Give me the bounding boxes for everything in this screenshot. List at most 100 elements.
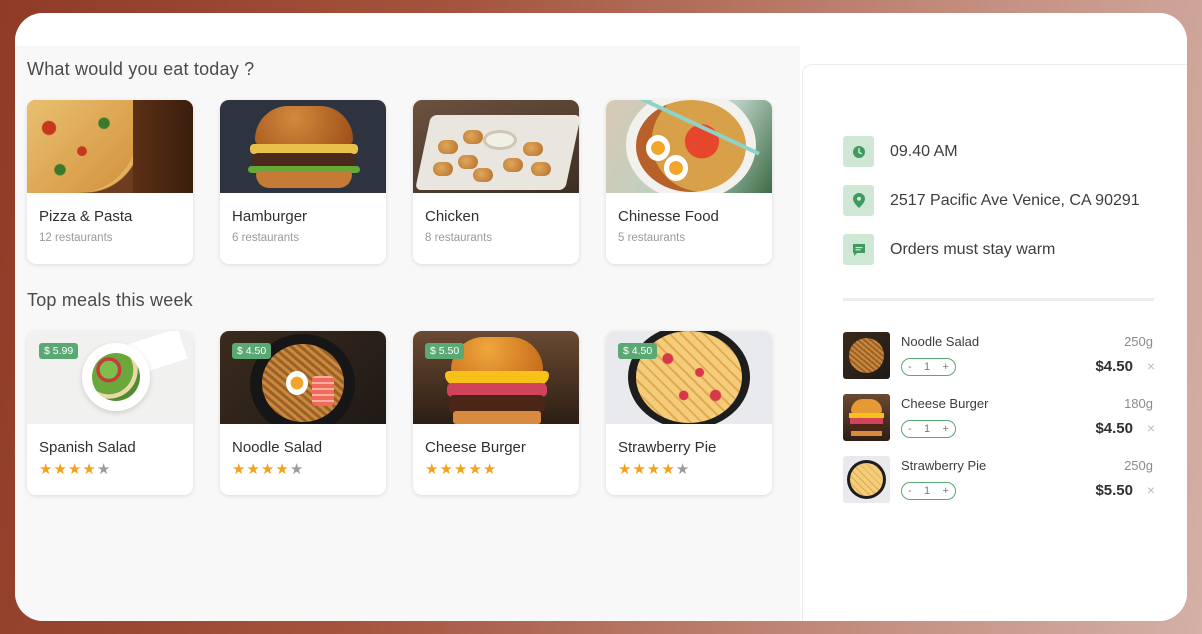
category-count: 12 restaurants: [39, 232, 113, 244]
order-item-weight: 250g: [1124, 458, 1153, 473]
price-badge: $ 5.50: [425, 343, 465, 359]
rating: ★ ★ ★ ★ ★: [618, 462, 689, 477]
quantity-value: 1: [924, 360, 931, 373]
category-name: Chicken: [425, 208, 480, 225]
star-icon: ★: [453, 461, 468, 478]
noodle-salad-thumbnail: [843, 332, 890, 379]
order-item-price: $5.50: [1095, 482, 1133, 499]
star-icon: ★: [232, 461, 246, 478]
star-icon: ★: [439, 461, 453, 478]
order-item-price: $4.50: [1095, 358, 1133, 375]
delivery-time-row: 09.40 AM: [843, 136, 958, 167]
meals-row: $ 5.99 Spanish Salad ★ ★ ★ ★ ★ $ 4.50 Noodle…: [27, 331, 772, 495]
category-name: Hamburger: [232, 208, 308, 225]
category-count: 5 restaurants: [618, 232, 686, 244]
star-icon: ★: [425, 461, 439, 478]
meal-card-strawberry-pie[interactable]: $ 4.50 Strawberry Pie ★ ★ ★ ★ ★: [606, 331, 772, 495]
rating: ★ ★ ★ ★ ★: [232, 462, 303, 477]
star-icon: ★: [468, 461, 482, 478]
star-icon: ★: [618, 461, 632, 478]
category-name: Chinesse Food: [618, 208, 719, 225]
star-icon: ★: [82, 461, 96, 478]
order-item: Strawberry Pie 250g - 1 + $5.50 ×: [843, 456, 1155, 504]
delivery-address: 2517 Pacific Ave Venice, CA 90291: [890, 191, 1140, 209]
meal-card-cheese-burger[interactable]: $ 5.50 Cheese Burger ★ ★ ★ ★ ★: [413, 331, 579, 495]
price-badge: $ 4.50: [618, 343, 658, 359]
quantity-stepper: - 1 +: [901, 482, 956, 500]
star-icon: ★: [246, 461, 260, 478]
decrease-button[interactable]: -: [908, 423, 912, 435]
cheese-burger-thumbnail: [843, 394, 890, 441]
close-icon[interactable]: ×: [1147, 358, 1155, 374]
order-item-name: Strawberry Pie: [901, 458, 987, 473]
category-card-pizza[interactable]: Pizza & Pasta 12 restaurants: [27, 100, 193, 264]
chicken-image: [413, 100, 579, 193]
star-icon: ★: [260, 461, 275, 478]
meal-name: Cheese Burger: [425, 439, 526, 456]
star-icon: ★: [675, 461, 690, 478]
address-row: 2517 Pacific Ave Venice, CA 90291: [843, 185, 1140, 216]
price-badge: $ 4.50: [232, 343, 272, 359]
app-window: What would you eat today ? Pizza & Pasta…: [15, 13, 1187, 621]
star-icon: ★: [289, 461, 304, 478]
hamburger-image: [220, 100, 386, 193]
delivery-time: 09.40 AM: [890, 142, 958, 160]
star-icon: ★: [39, 461, 53, 478]
location-pin-icon: [843, 185, 874, 216]
meal-name: Spanish Salad: [39, 439, 136, 456]
category-count: 8 restaurants: [425, 232, 493, 244]
increase-button[interactable]: +: [943, 423, 949, 435]
order-item-weight: 180g: [1124, 396, 1153, 411]
meal-card-noodle-salad[interactable]: $ 4.50 Noodle Salad ★ ★ ★ ★ ★: [220, 331, 386, 495]
category-count: 6 restaurants: [232, 232, 300, 244]
divider: [843, 298, 1154, 301]
order-item-price: $4.50: [1095, 420, 1133, 437]
decrease-button[interactable]: -: [908, 361, 912, 373]
star-icon: ★: [646, 461, 661, 478]
price-badge: $ 5.99: [39, 343, 79, 359]
order-item: Cheese Burger 180g - 1 + $4.50 ×: [843, 394, 1155, 442]
meals-title: Top meals this week: [27, 290, 193, 310]
increase-button[interactable]: +: [943, 485, 949, 497]
decrease-button[interactable]: -: [908, 485, 912, 497]
quantity-value: 1: [924, 484, 931, 497]
pizza-image: [27, 100, 193, 193]
category-card-chicken[interactable]: Chicken 8 restaurants: [413, 100, 579, 264]
strawberry-pie-thumbnail: [843, 456, 890, 503]
order-item-weight: 250g: [1124, 334, 1153, 349]
categories-title: What would you eat today ?: [27, 59, 255, 79]
quantity-stepper: - 1 +: [901, 358, 956, 376]
chinese-food-image: [606, 100, 772, 193]
main-content: What would you eat today ? Pizza & Pasta…: [15, 46, 800, 621]
category-name: Pizza & Pasta: [39, 208, 133, 225]
category-card-hamburger[interactable]: Hamburger 6 restaurants: [220, 100, 386, 264]
close-icon[interactable]: ×: [1147, 420, 1155, 436]
note-row: Orders must stay warm: [843, 234, 1055, 265]
order-panel: 09.40 AM 2517 Pacific Ave Venice, CA 902…: [802, 64, 1187, 621]
quantity-stepper: - 1 +: [901, 420, 956, 438]
category-row: Pizza & Pasta 12 restaurants Hamburger 6…: [27, 100, 772, 264]
increase-button[interactable]: +: [943, 361, 949, 373]
close-icon[interactable]: ×: [1147, 482, 1155, 498]
rating: ★ ★ ★ ★ ★: [425, 462, 496, 477]
order-item: Noodle Salad 250g - 1 + $4.50 ×: [843, 332, 1155, 380]
clock-icon: [843, 136, 874, 167]
star-icon: ★: [482, 461, 497, 478]
star-icon: ★: [96, 461, 111, 478]
order-item-name: Noodle Salad: [901, 334, 980, 349]
meal-card-spanish-salad[interactable]: $ 5.99 Spanish Salad ★ ★ ★ ★ ★: [27, 331, 193, 495]
quantity-value: 1: [924, 422, 931, 435]
order-note: Orders must stay warm: [890, 240, 1056, 258]
meal-name: Strawberry Pie: [618, 439, 717, 456]
order-item-name: Cheese Burger: [901, 396, 989, 411]
star-icon: ★: [67, 461, 82, 478]
star-icon: ★: [275, 461, 289, 478]
star-icon: ★: [53, 461, 67, 478]
category-card-chinese-food[interactable]: Chinesse Food 5 restaurants: [606, 100, 772, 264]
rating: ★ ★ ★ ★ ★: [39, 462, 110, 477]
meal-name: Noodle Salad: [232, 439, 323, 456]
chat-icon: [843, 234, 874, 265]
star-icon: ★: [632, 461, 646, 478]
star-icon: ★: [661, 461, 675, 478]
top-bar: [15, 13, 1187, 46]
